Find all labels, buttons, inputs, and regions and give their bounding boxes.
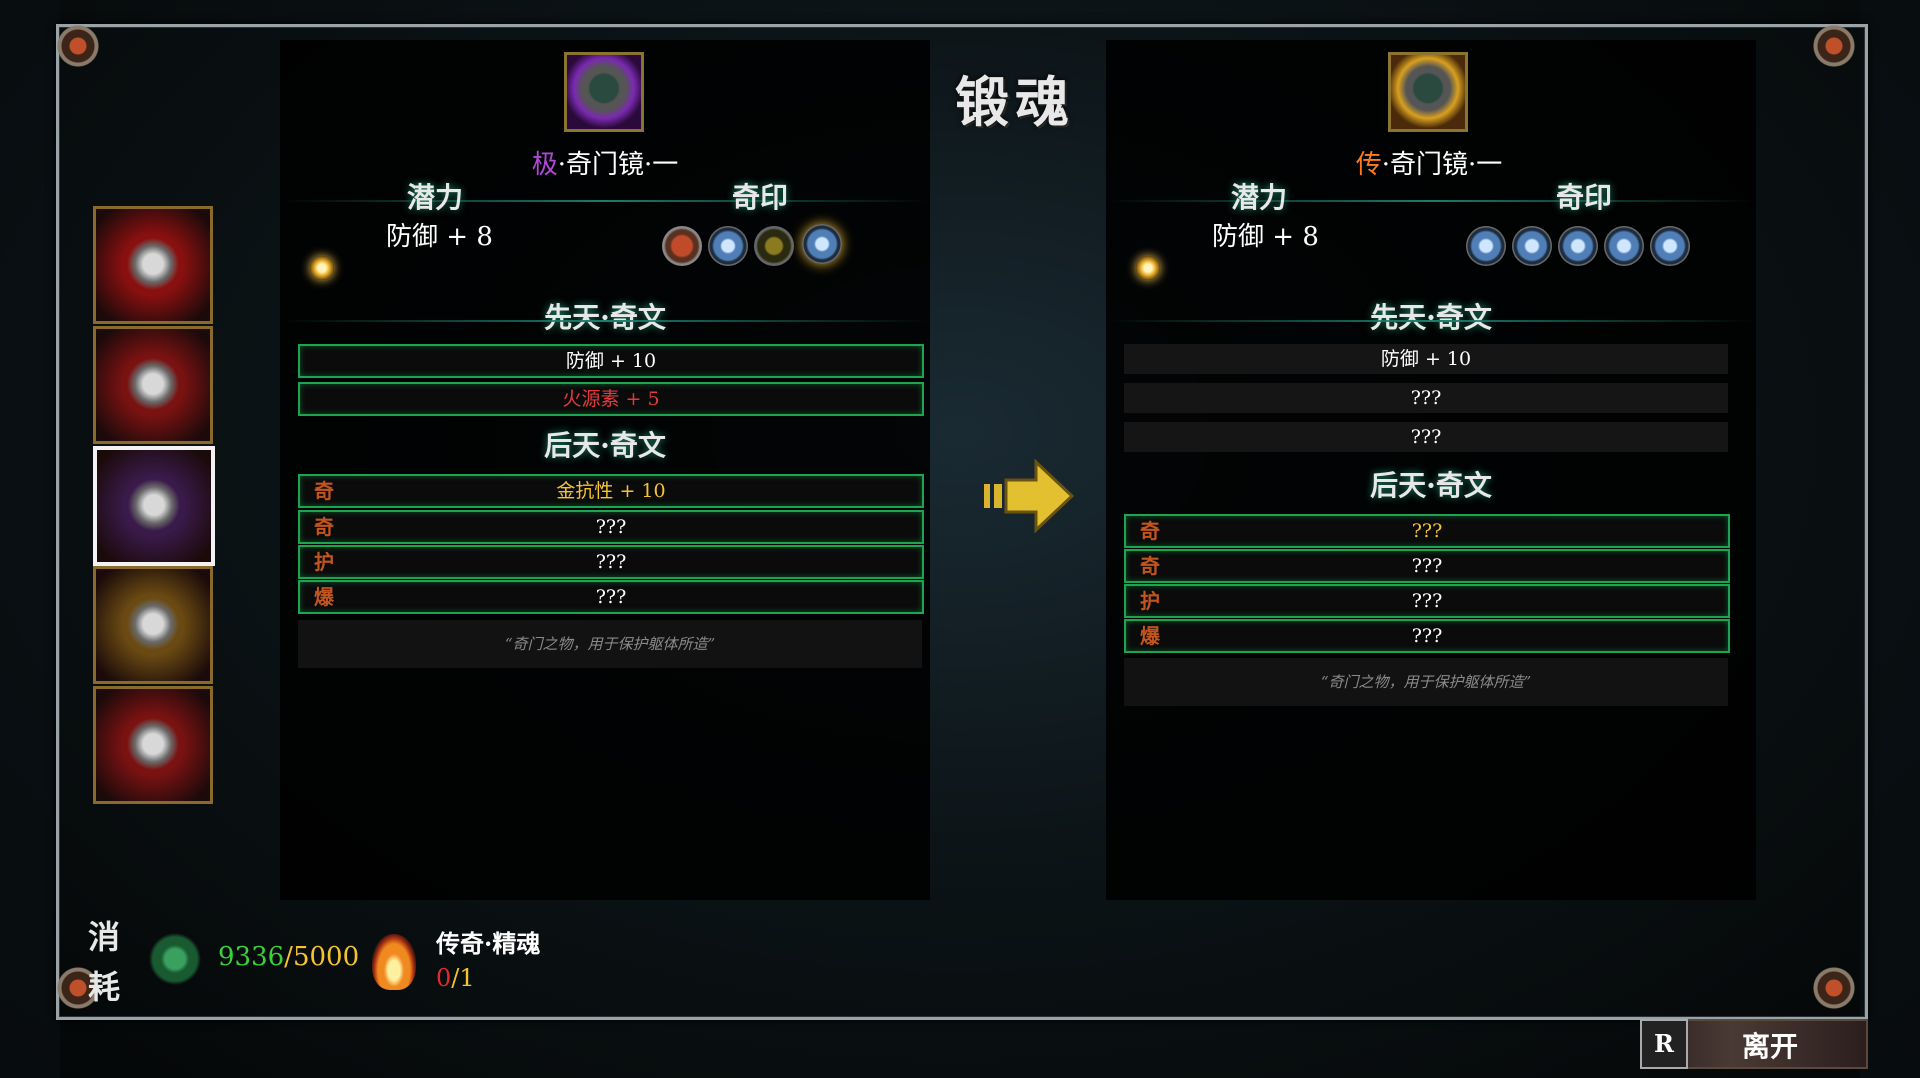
seal-rune-icon[interactable] [1512,226,1552,266]
potential-orb-icon [310,256,334,280]
inscription-row[interactable]: 防御 + 10 [1124,344,1728,374]
divider [280,200,930,202]
boots-icon [126,597,180,651]
inscription-row[interactable]: ??? [1124,422,1728,452]
frame-corner-ornament [50,18,106,74]
cost-label: 消 [88,918,121,956]
seal-rune-icon[interactable] [1604,226,1644,266]
page-title: 锻魂 [955,70,1075,134]
seal-rune-icon[interactable] [754,226,794,266]
potential-value: 防御 + 8 [386,222,493,252]
inscription-row[interactable]: 奇??? [1124,549,1730,583]
divider [280,320,930,322]
equipment-slot[interactable] [93,206,213,324]
seal-rune-icon[interactable] [662,226,702,266]
frame-corner-ornament [1806,960,1862,1016]
background-tree [0,0,60,1078]
potential-value: 防御 + 8 [1212,222,1319,252]
seal-rune-icon[interactable] [1466,226,1506,266]
inscription-row[interactable]: 爆??? [298,580,924,614]
inscription-row[interactable]: 护??? [298,545,924,579]
background-tree [1860,0,1920,1078]
inscription-row[interactable]: 爆??? [1124,619,1730,653]
leave-label: 离开 [1742,1030,1799,1063]
inscription-row[interactable]: 奇金抗性 + 10 [298,474,924,508]
ring-icon [126,717,180,771]
seal-rune-icon[interactable] [1650,226,1690,266]
sword-icon [126,237,180,291]
acquired-inscriptions-label: 后天·奇文 [544,429,666,462]
inscription-row[interactable]: 火源素 + 5 [298,382,924,416]
inscription-row[interactable]: ??? [1124,383,1728,413]
mirror-icon [127,478,181,532]
potential-orb-icon [1136,256,1160,280]
divider [1106,320,1756,322]
potential-label: 潜力 [406,181,463,214]
inscription-tag: 护 [1140,589,1160,613]
inscription-tag: 爆 [1140,624,1160,648]
equipment-slot[interactable] [93,326,213,444]
item-description: “奇门之物，用于保护躯体所造” [298,620,922,668]
inscription-tag: 护 [314,550,334,574]
seal-rune-icon[interactable] [802,224,842,264]
inscription-row[interactable]: 护??? [1124,584,1730,618]
soul-amount: 9336/5000 [218,942,360,972]
inscription-tag: 奇 [1140,519,1160,543]
mask-icon [126,357,180,411]
mirror-icon [1388,52,1468,132]
equipment-slot[interactable] [93,686,213,804]
seal-label: 奇印 [731,181,788,214]
innate-inscriptions-label: 先天·奇文 [544,301,666,334]
inscription-tag: 奇 [314,479,334,503]
equipment-slot[interactable] [93,566,213,684]
inscription-tag: 爆 [314,585,334,609]
acquired-inscriptions-label: 后天·奇文 [1370,469,1492,502]
inscription-tag: 奇 [1140,554,1160,578]
potential-label: 潜力 [1230,181,1287,214]
cost-label: 耗 [88,968,121,1006]
arrow-right-icon [984,458,1074,534]
soul-icon [148,932,202,986]
inscription-row[interactable]: 防御 + 10 [298,344,924,378]
inscription-row[interactable]: 奇??? [1124,514,1730,548]
item-description: “奇门之物，用于保护躯体所造” [1124,658,1728,706]
equipment-slot[interactable] [93,446,215,566]
seal-rune-icon[interactable] [1558,226,1598,266]
key-hint: R [1640,1019,1688,1069]
seal-label: 奇印 [1555,181,1612,214]
seal-rune-icon[interactable] [708,226,748,266]
frame-corner-ornament [1806,18,1862,74]
innate-inscriptions-label: 先天·奇文 [1370,301,1492,334]
essence-name: 传奇·精魂 [436,929,541,958]
inscription-tag: 奇 [314,515,334,539]
inscription-row[interactable]: 奇??? [298,510,924,544]
flame-icon [372,934,416,990]
essence-amount: 0/1 [436,964,475,992]
mirror-icon [564,52,644,132]
